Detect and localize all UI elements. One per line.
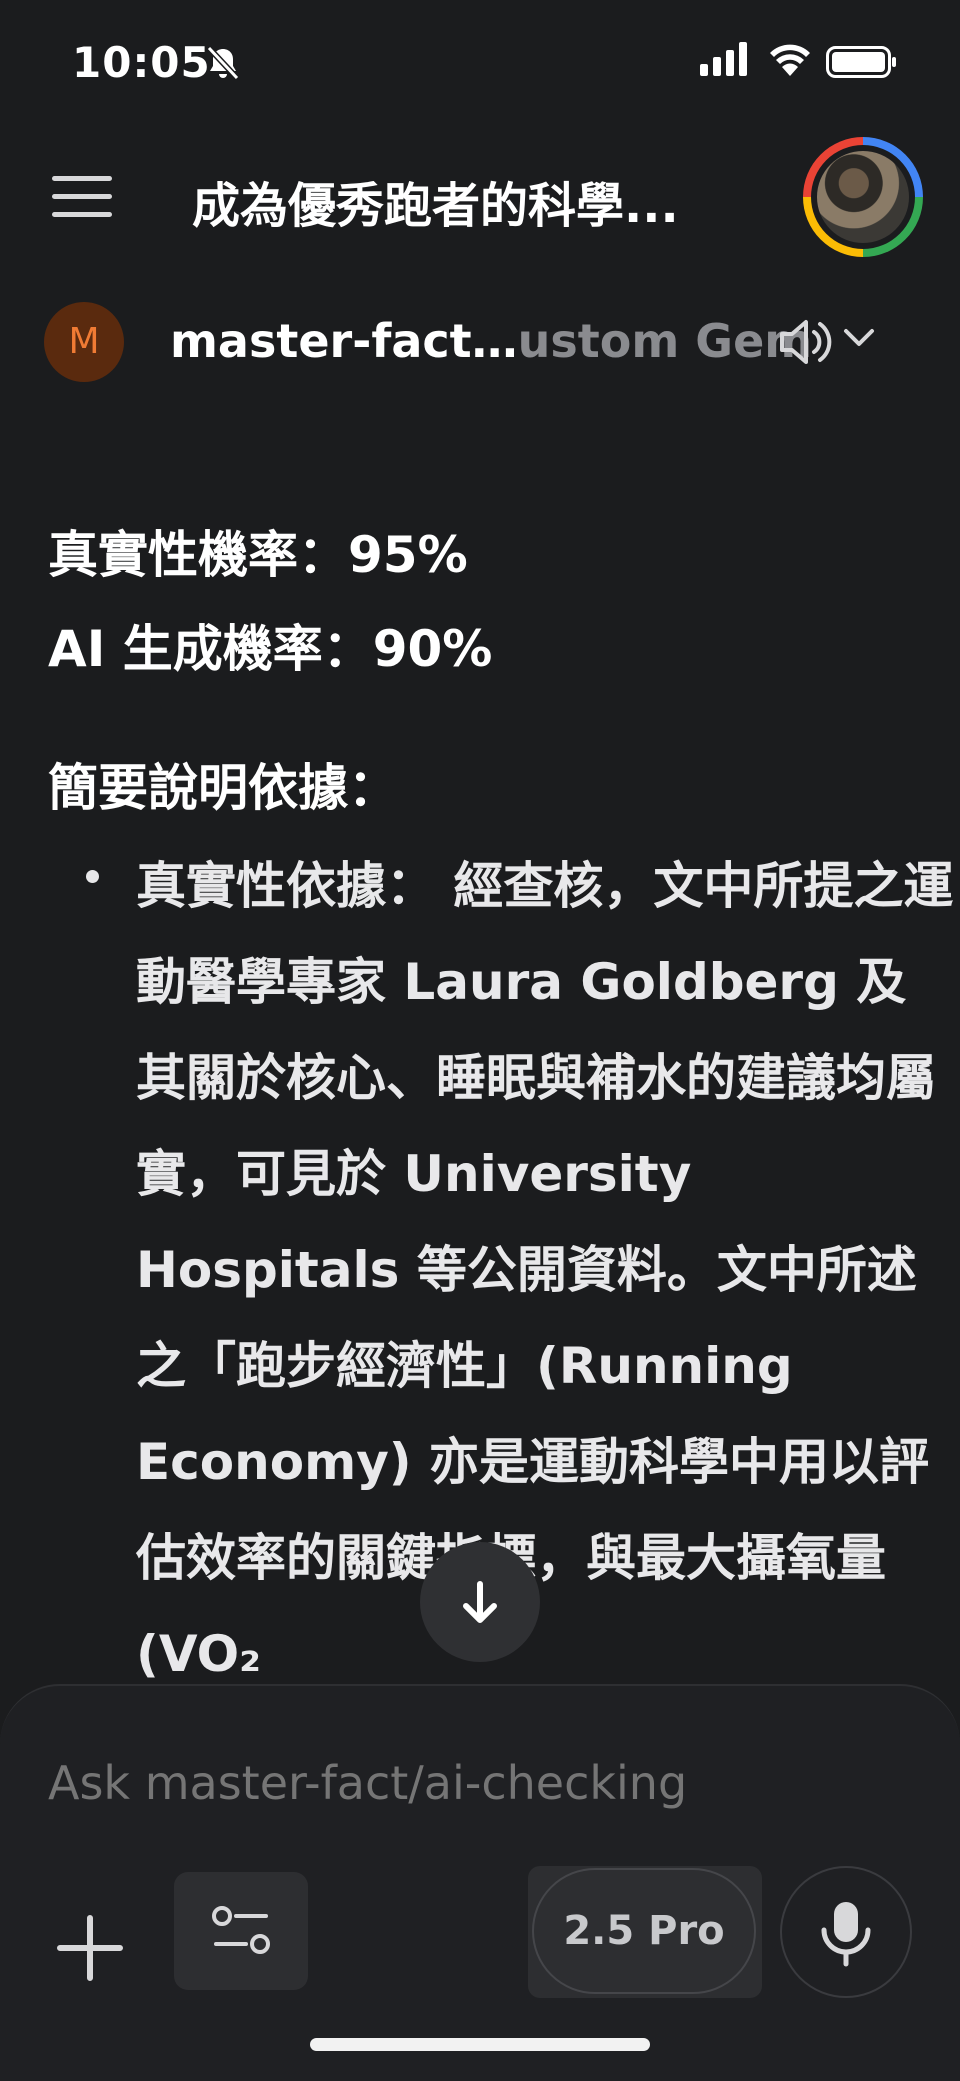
gem-name[interactable]: master-fact…ustom Gem	[170, 314, 812, 368]
bullet-body: 經查核，文中所提之運動醫學專家 Laura Goldberg 及其關於核心、睡眠…	[136, 857, 954, 1683]
composer: 2.5 Pro	[0, 1684, 960, 2081]
arrow-down-icon	[463, 1581, 497, 1623]
cellular-signal-icon	[700, 42, 747, 76]
summary-heading: 簡要說明依據：	[48, 759, 398, 817]
speaker-icon[interactable]	[778, 314, 838, 370]
avatar-photo	[817, 151, 909, 243]
gem-header: M master-fact…ustom Gem	[0, 300, 960, 384]
bell-slash-icon	[206, 45, 240, 81]
bullet-label: 真實性依據：	[136, 857, 436, 915]
microphone-button[interactable]	[780, 1866, 912, 1998]
model-response: 真實性機率：95% AI 生成機率：90% 簡要說明依據： 真實性依據： 經查核…	[48, 508, 953, 1702]
conversation-title[interactable]: 成為優秀跑者的科學...	[192, 166, 772, 236]
microphone-icon	[821, 1902, 871, 1967]
chevron-down-icon[interactable]	[842, 326, 876, 350]
home-indicator	[310, 2038, 650, 2051]
bullet-text: 真實性依據： 經查核，文中所提之運動醫學專家 Laura Goldberg 及其…	[136, 838, 956, 1702]
hamburger-menu-icon[interactable]	[52, 176, 112, 224]
tools-sliders-icon	[212, 1906, 270, 1954]
status-time: 10:05	[72, 38, 211, 87]
gem-name-visible: master-fact…	[170, 314, 518, 368]
user-avatar[interactable]	[803, 137, 923, 257]
bullet-point	[86, 870, 99, 883]
status-bar: 10:05	[0, 0, 960, 110]
plus-icon[interactable]	[52, 1910, 128, 1986]
ai-generated-probability: AI 生成機率：90%	[48, 620, 493, 678]
battery-icon	[826, 46, 896, 78]
gem-name-suffix: ustom Gem	[517, 314, 813, 368]
scroll-to-bottom-button[interactable]	[420, 1542, 540, 1662]
prompt-input[interactable]	[48, 1756, 868, 1810]
wifi-icon	[770, 44, 810, 76]
tools-button[interactable]	[174, 1872, 308, 1990]
model-selector-wrap: 2.5 Pro	[528, 1866, 762, 1998]
gem-avatar-badge: M	[44, 302, 124, 382]
model-selector-button[interactable]: 2.5 Pro	[532, 1868, 756, 1994]
authenticity-probability: 真實性機率：95%	[48, 526, 468, 584]
